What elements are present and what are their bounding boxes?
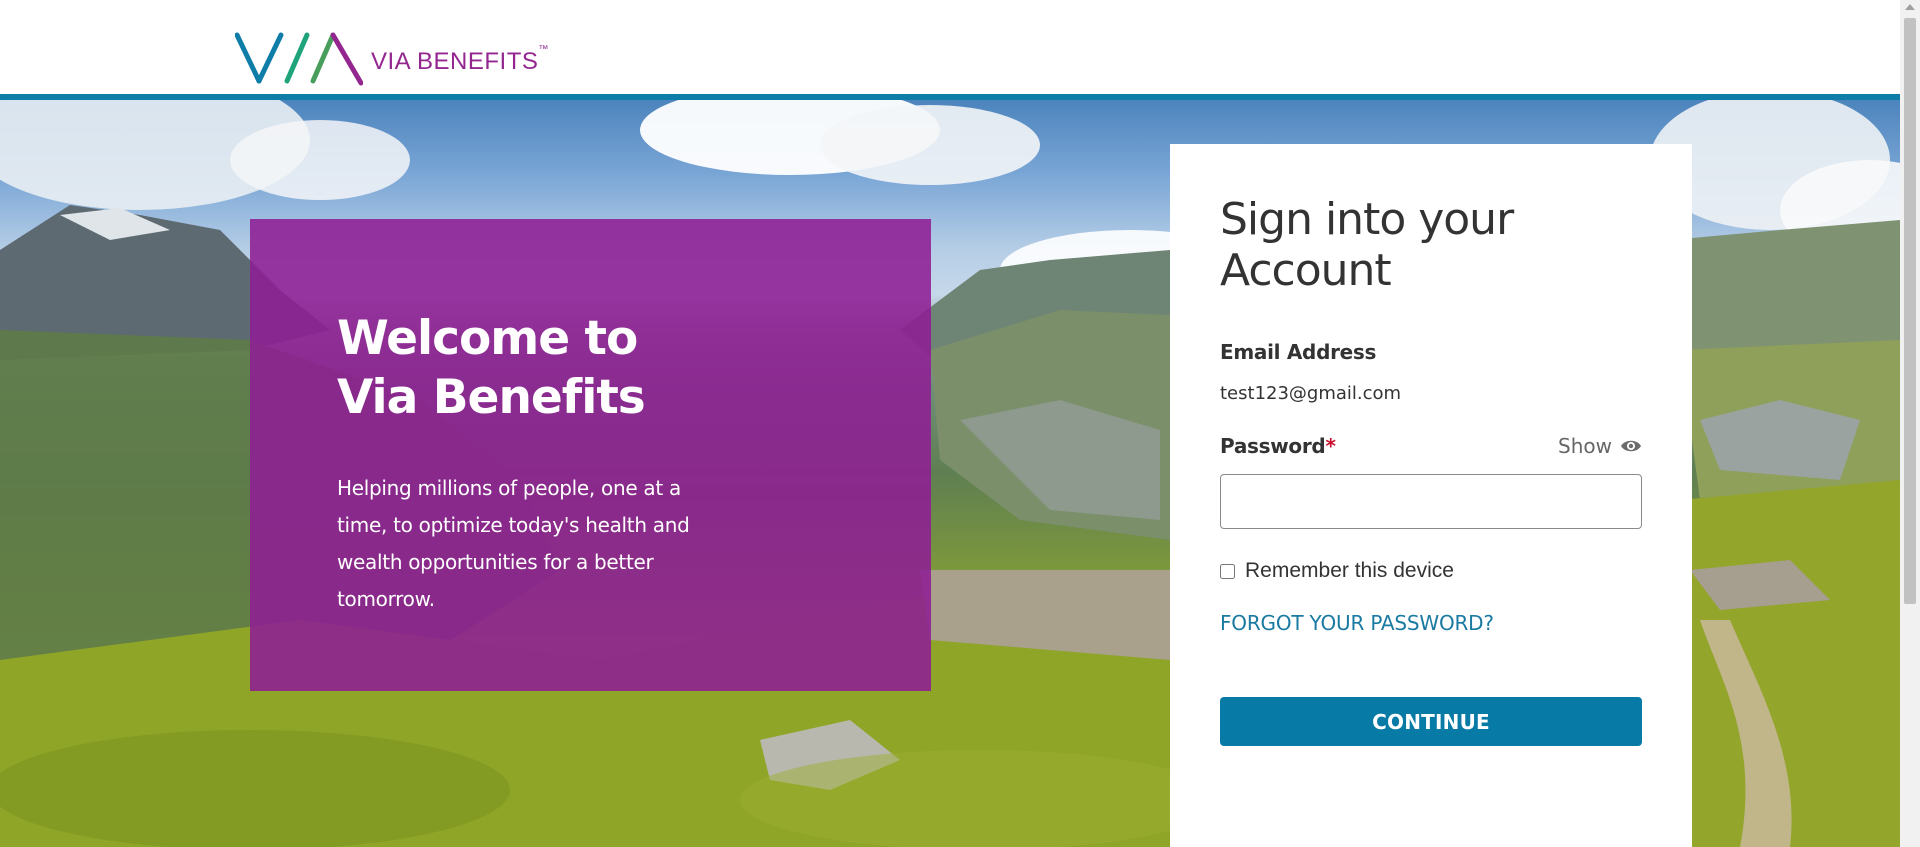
remember-device-label: Remember this device [1245,559,1454,582]
welcome-panel: Welcome to Via Benefits Helping millions… [250,219,931,691]
remember-device-row[interactable]: Remember this device [1220,559,1642,583]
password-input[interactable] [1220,474,1642,529]
via-logo-mark-icon [235,32,363,86]
scroll-up-arrow-icon[interactable] [1905,4,1915,10]
show-label: Show [1558,434,1612,458]
sign-in-heading: Sign into your Account [1220,194,1514,296]
required-marker: * [1325,434,1336,458]
email-label: Email Address [1220,340,1377,364]
sign-in-card: Sign into your Account Email Address tes… [1170,144,1692,847]
continue-button[interactable]: CONTINUE [1220,697,1642,746]
via-benefits-logo[interactable]: VIA BENEFITS™ [235,30,549,88]
brand-name: VIA BENEFITS™ [371,44,549,75]
show-password-toggle[interactable]: Show [1558,434,1642,458]
page: VIA BENEFITS™ Welcome to Via Benefits He… [0,0,1920,847]
email-value: test123@gmail.com [1220,383,1402,404]
site-header: VIA BENEFITS™ [0,0,1900,94]
eye-icon [1621,440,1641,452]
password-label-row: Password* Show [1220,434,1642,458]
password-label: Password* [1220,434,1336,458]
forgot-password-link[interactable]: FORGOT YOUR PASSWORD? [1220,611,1494,635]
welcome-description: Helping millions of people, one at a tim… [337,476,690,611]
remember-device-checkbox[interactable] [1220,563,1235,579]
welcome-title: Welcome to Via Benefits [337,311,646,425]
vertical-scrollbar[interactable] [1900,0,1920,847]
scrollbar-thumb[interactable] [1904,18,1916,604]
